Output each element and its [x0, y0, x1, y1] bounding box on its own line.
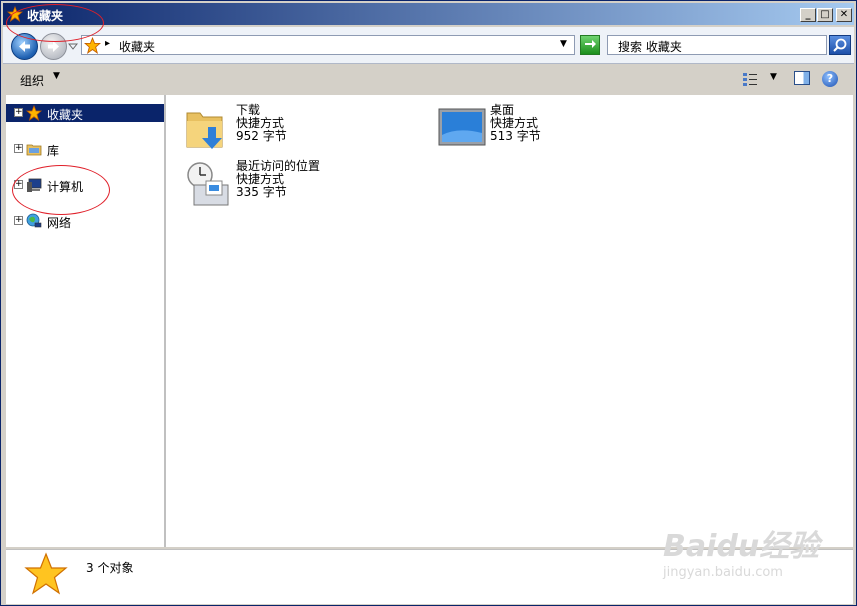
organize-menu-button[interactable]: 组织 — [20, 72, 44, 89]
maximize-button[interactable]: □ — [817, 8, 833, 22]
watermark-url: jingyan.baidu.com — [663, 565, 783, 580]
recent-places-icon — [187, 162, 229, 206]
forward-arrow-icon — [48, 41, 59, 52]
window-title: 收藏夹 — [27, 9, 64, 23]
expand-toggle[interactable]: + — [14, 108, 23, 117]
star-icon — [7, 6, 23, 22]
baidu-watermark: Baidu经验 jingyan.baidu.com — [651, 521, 851, 591]
star-icon — [24, 552, 68, 595]
star-icon — [84, 37, 101, 54]
breadcrumb[interactable]: 收藏夹 — [119, 38, 155, 55]
star-icon — [26, 105, 42, 121]
magnifier-icon — [833, 38, 847, 52]
search-input[interactable]: 搜索 收藏夹 — [607, 35, 827, 55]
watermark-brand: Baidu经验 — [663, 529, 820, 564]
refresh-icon — [585, 40, 596, 48]
address-field[interactable]: ▸ 收藏夹 ▼ — [81, 35, 575, 55]
file-size: 335 字节 — [236, 185, 287, 199]
explorer-window: 收藏夹 _ □ ✕ ▸ 收藏夹 ▼ 搜索 收藏夹 组织 ▼ ▼ ? + 收藏夹 … — [0, 0, 857, 606]
nav-item-libraries[interactable]: + 库 — [6, 140, 164, 158]
nav-item-label: 网络 — [47, 216, 72, 230]
navigation-pane: + 收藏夹 + 库 + 计算机 + 网络 — [6, 95, 166, 547]
search-placeholder: 搜索 收藏夹 — [618, 40, 682, 54]
file-item-downloads[interactable]: 下载 快捷方式 952 字节 — [184, 104, 424, 153]
address-bar-row: ▸ 收藏夹 ▼ 搜索 收藏夹 — [3, 27, 854, 64]
nav-item-network[interactable]: + 网络 — [6, 212, 164, 230]
expand-toggle[interactable]: + — [14, 216, 23, 225]
file-item-recent-places[interactable]: 最近访问的位置 快捷方式 335 字节 — [184, 160, 424, 209]
title-bar[interactable]: 收藏夹 _ □ ✕ — [3, 3, 854, 25]
nav-item-label: 计算机 — [47, 180, 84, 194]
refresh-button[interactable] — [580, 35, 600, 55]
view-options-dropdown-icon[interactable]: ▼ — [770, 72, 777, 82]
library-icon — [26, 144, 42, 156]
address-history-dropdown-icon[interactable]: ▼ — [560, 39, 567, 49]
file-list: 下载 快捷方式 952 字节 桌面 快捷方式 513 字节 最近访问的位置 快捷… — [166, 95, 853, 547]
computer-icon — [27, 178, 42, 192]
close-button[interactable]: ✕ — [836, 8, 852, 22]
recent-pages-dropdown-icon[interactable] — [68, 43, 78, 51]
nav-item-computer[interactable]: + 计算机 — [6, 176, 164, 194]
file-size: 952 字节 — [236, 129, 287, 143]
minimize-button[interactable]: _ — [800, 8, 816, 22]
preview-pane-icon[interactable] — [794, 71, 810, 85]
nav-item-label: 库 — [47, 144, 60, 158]
desktop-icon — [438, 108, 486, 146]
item-count-text: 3 个对象 — [86, 561, 134, 575]
expand-toggle[interactable]: + — [14, 180, 23, 189]
forward-button[interactable] — [40, 33, 67, 60]
file-item-desktop[interactable]: 桌面 快捷方式 513 字节 — [438, 104, 678, 153]
back-button[interactable] — [11, 33, 38, 60]
help-icon[interactable]: ? — [822, 71, 838, 87]
back-arrow-icon — [19, 41, 30, 52]
command-bar: 组织 ▼ ▼ ? — [3, 64, 854, 94]
search-button[interactable] — [829, 35, 851, 55]
change-view-icon[interactable] — [742, 71, 758, 87]
file-size: 513 字节 — [490, 129, 541, 143]
nav-item-label: 收藏夹 — [47, 108, 84, 122]
organize-dropdown-icon[interactable]: ▼ — [53, 71, 60, 81]
breadcrumb-separator-icon[interactable]: ▸ — [105, 38, 110, 49]
network-icon — [26, 213, 42, 228]
nav-item-favorites[interactable]: + 收藏夹 — [6, 104, 164, 122]
expand-toggle[interactable]: + — [14, 144, 23, 153]
downloads-folder-icon — [186, 112, 223, 149]
